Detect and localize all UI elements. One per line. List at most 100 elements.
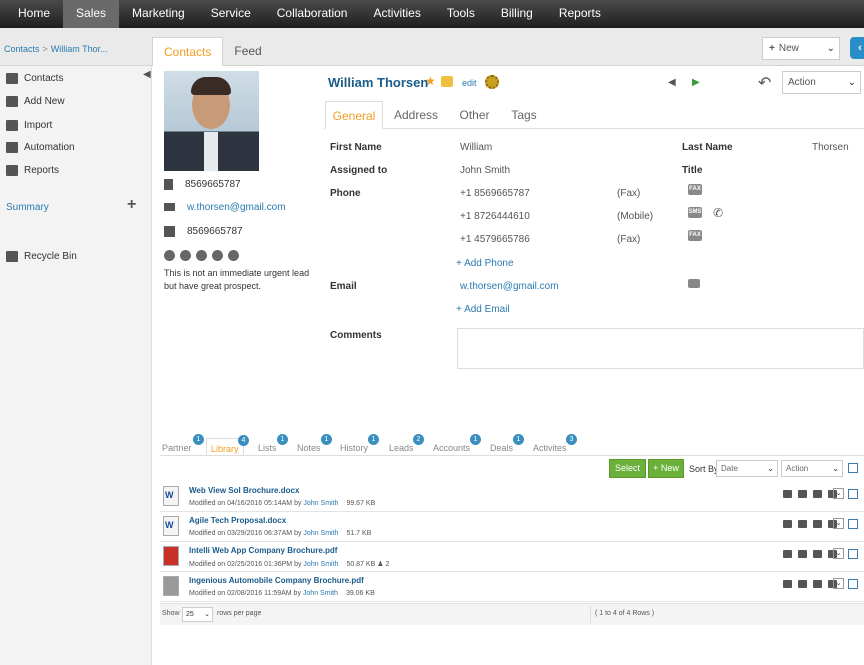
skype-icon[interactable] <box>228 250 239 261</box>
add-summary-icon[interactable]: + <box>127 196 136 214</box>
breadcrumb-current[interactable]: William Thor... <box>51 44 108 54</box>
sidebar-item-reports[interactable]: Reports <box>6 165 59 176</box>
users-icon[interactable] <box>798 490 807 498</box>
tab-history[interactable]: History 1 <box>340 434 379 455</box>
share-icon[interactable] <box>783 580 792 588</box>
file-author-link[interactable]: John Smith <box>303 561 338 568</box>
document-icon[interactable] <box>813 490 822 498</box>
undo-icon[interactable]: ↶ <box>758 73 771 93</box>
nav-activities[interactable]: Activities <box>360 0 433 28</box>
star-icon[interactable]: ★ <box>425 74 436 88</box>
comments-textarea[interactable] <box>457 328 864 369</box>
linkedin-icon[interactable] <box>196 250 207 261</box>
row-menu-chevron-icon[interactable]: ⌄ <box>833 488 844 499</box>
nav-tools[interactable]: Tools <box>434 0 488 28</box>
smiley-icon[interactable] <box>441 76 453 87</box>
add-phone-link[interactable]: + Add Phone <box>456 258 514 269</box>
action-select-value: Action <box>788 77 816 88</box>
nav-service[interactable]: Service <box>198 0 264 28</box>
share-icon[interactable] <box>783 550 792 558</box>
tab-address[interactable]: Address <box>390 101 442 129</box>
google-plus-icon[interactable] <box>180 250 191 261</box>
fax-icon[interactable]: FAX <box>688 184 702 195</box>
tab-contacts[interactable]: Contacts <box>152 37 224 66</box>
tab-tags[interactable]: Tags <box>503 101 545 129</box>
file-name-link[interactable]: Web View Sol Brochure.docx <box>189 486 299 495</box>
tab-other[interactable]: Other <box>452 101 497 129</box>
file-name-link[interactable]: Agile Tech Proposal.docx <box>189 516 286 525</box>
users-icon[interactable] <box>798 580 807 588</box>
breadcrumb-contacts[interactable]: Contacts <box>4 44 40 54</box>
document-icon[interactable] <box>813 580 822 588</box>
users-icon[interactable] <box>798 550 807 558</box>
tab-notes[interactable]: Notes 1 <box>297 434 332 455</box>
twitter-icon[interactable] <box>212 250 223 261</box>
envelope-icon[interactable] <box>688 279 700 288</box>
tab-deals[interactable]: Deals 1 <box>490 434 524 455</box>
select-all-checkbox[interactable] <box>848 463 858 473</box>
nav-collaboration[interactable]: Collaboration <box>264 0 361 28</box>
tab-general[interactable]: General <box>325 101 383 129</box>
previous-record-icon[interactable]: ◀ <box>668 77 676 88</box>
fax-icon[interactable]: FAX <box>688 230 702 241</box>
call-icon[interactable]: ✆ <box>713 206 723 220</box>
sort-select[interactable]: Date ⌄ <box>716 460 778 477</box>
sidebar-item-contacts[interactable]: Contacts <box>6 73 63 84</box>
sidebar-summary[interactable]: Summary <box>6 202 49 213</box>
sidebar-item-add-new[interactable]: Add New <box>6 96 65 107</box>
file-name-link[interactable]: Intelli Web App Company Brochure.pdf <box>189 546 337 555</box>
link-icon[interactable] <box>783 520 792 528</box>
next-record-icon[interactable]: ▶ <box>692 77 700 88</box>
nav-home[interactable]: Home <box>0 0 63 28</box>
email-value-link[interactable]: w.thorsen@gmail.com <box>460 281 559 292</box>
row-menu-chevron-icon[interactable]: ⌄ <box>833 548 844 559</box>
tab-partner[interactable]: Partner 1 <box>162 434 204 455</box>
row-checkbox[interactable] <box>848 489 858 499</box>
document-icon[interactable] <box>813 520 822 528</box>
action-select[interactable]: Action ⌄ <box>782 71 861 94</box>
file-size: 51.7 KB <box>346 530 372 537</box>
phone-label: Phone <box>330 188 361 199</box>
tab-lists[interactable]: Lists 1 <box>258 434 288 455</box>
tab-activites[interactable]: Activites 3 <box>533 434 577 455</box>
row-menu-chevron-icon[interactable]: ⌄ <box>833 578 844 589</box>
file-author-link[interactable]: John Smith <box>303 590 338 597</box>
document-icon[interactable] <box>813 550 822 558</box>
contact-email-link[interactable]: w.thorsen@gmail.com <box>187 202 286 213</box>
breadcrumb-separator: > <box>42 44 48 54</box>
side-panel-toggle-icon[interactable]: ‹ <box>850 37 864 59</box>
tab-feed[interactable]: Feed <box>223 37 272 66</box>
bulk-action-select[interactable]: Action ⌄ <box>781 460 843 477</box>
nav-reports[interactable]: Reports <box>546 0 614 28</box>
sidebar-item-automation[interactable]: Automation <box>6 142 75 153</box>
add-new-file-button[interactable]: + New <box>648 459 684 478</box>
row-checkbox[interactable] <box>848 549 858 559</box>
select-button[interactable]: Select <box>609 459 646 478</box>
file-author-link[interactable]: John Smith <box>303 530 338 537</box>
collapse-sidebar-icon[interactable]: ◀ <box>143 69 151 80</box>
rows-per-page-select[interactable]: 25 ⌄ <box>182 607 213 622</box>
new-dropdown-button[interactable]: + New ⌄ <box>762 37 840 60</box>
nav-sales[interactable]: Sales <box>63 0 120 28</box>
file-author-link[interactable]: John Smith <box>303 500 338 507</box>
photo-shirt <box>204 132 218 171</box>
tab-library[interactable]: Library 4 <box>206 435 249 455</box>
facebook-icon[interactable] <box>164 250 175 261</box>
share-icon[interactable] <box>783 490 792 498</box>
tab-leads[interactable]: Leads 2 <box>389 434 424 455</box>
file-name-link[interactable]: Ingenious Automobile Company Brochure.pd… <box>189 576 364 585</box>
edit-link[interactable]: edit <box>462 78 477 88</box>
tab-accounts[interactable]: Accounts 1 <box>433 434 481 455</box>
row-menu-chevron-icon[interactable]: ⌄ <box>833 518 844 529</box>
row-checkbox[interactable] <box>848 579 858 589</box>
nav-marketing[interactable]: Marketing <box>119 0 198 28</box>
users-icon[interactable] <box>798 520 807 528</box>
add-email-link[interactable]: + Add Email <box>456 304 510 315</box>
row-checkbox[interactable] <box>848 519 858 529</box>
sms-icon[interactable]: SMS <box>688 207 702 218</box>
sidebar-item-label: Automation <box>24 142 75 154</box>
nav-billing[interactable]: Billing <box>488 0 546 28</box>
file-meta: Modified on 02/25/2016 01:36PM by John S… <box>189 560 389 568</box>
sidebar-item-recycle-bin[interactable]: Recycle Bin <box>6 251 77 262</box>
sidebar-item-import[interactable]: Import <box>6 120 52 131</box>
